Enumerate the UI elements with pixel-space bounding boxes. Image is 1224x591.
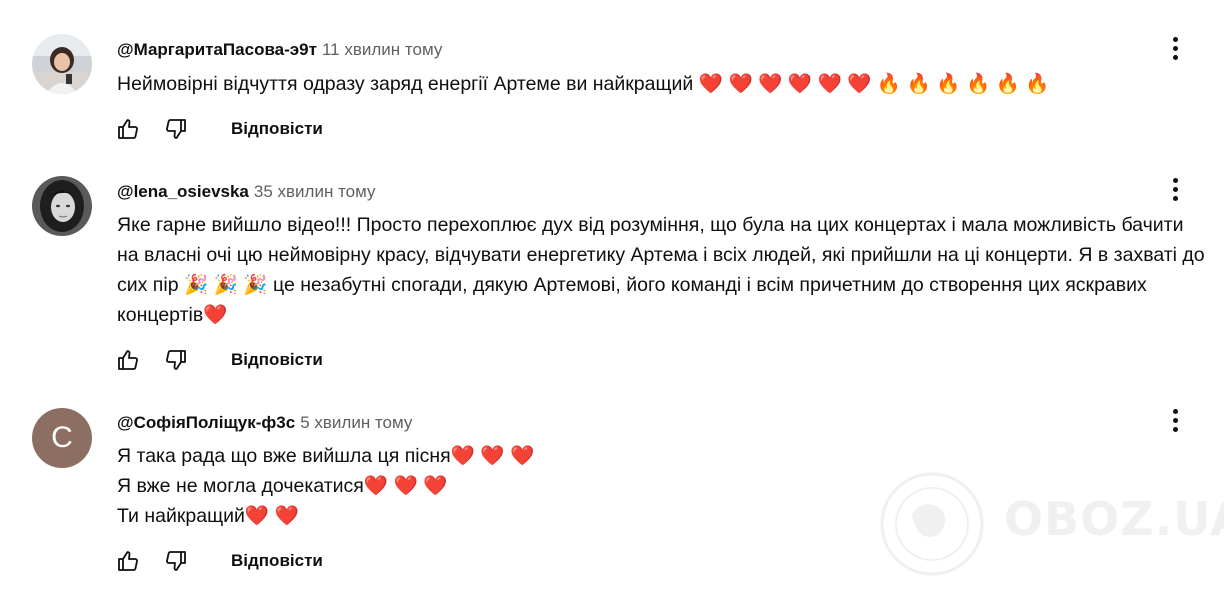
reply-button[interactable]: Відповісти [231,350,323,370]
more-vert-icon [1172,408,1178,414]
watermark: OBOZ.UA [878,470,1224,578]
comment-actions: Відповісти [115,548,323,574]
like-button[interactable] [115,548,141,574]
reply-button[interactable]: Відповісти [231,551,323,571]
more-vert-icon-dot [1172,195,1178,201]
more-options-button[interactable] [1163,174,1187,204]
avatar-letter: С [51,421,73,454]
reply-button[interactable]: Відповісти [231,119,323,139]
comment-line: Я така рада що вже вийшла ця пісня❤️ ❤️ … [117,445,535,467]
comment-author[interactable]: @СофіяПоліщук-ф3с [117,413,295,432]
thumbs-down-icon [166,119,186,139]
more-vert-icon-dot [1172,186,1178,192]
comment-timestamp[interactable]: 5 хвилин тому [300,413,412,432]
thumbs-up-icon [118,119,138,139]
dislike-button[interactable] [163,347,189,373]
more-vert-icon [1172,36,1178,42]
comment-author[interactable]: @lena_osievska [117,182,249,201]
more-vert-icon [1172,177,1178,183]
globe-logo-icon [880,472,984,576]
comment-text: Яке гарне вийшло відео!!! Просто перехоп… [117,210,1207,330]
comment-text: Неймовірні відчуття одразу заряд енергії… [117,69,1207,99]
comment-timestamp[interactable]: 11 хвилин тому [322,40,442,59]
dislike-button[interactable] [163,548,189,574]
thumbs-down-icon [166,551,186,571]
comment-author[interactable]: @МаргаритаПасова-э9т [117,40,317,59]
avatar[interactable]: С [32,408,92,468]
watermark-text: OBOZ.UA [1004,492,1224,546]
more-vert-icon-dot [1172,417,1178,423]
thumbs-up-icon [118,551,138,571]
avatar[interactable] [32,34,92,94]
more-options-button[interactable] [1163,33,1187,63]
like-button[interactable] [115,116,141,142]
comment-line: Яке гарне вийшло відео!!! Просто перехоп… [117,214,1205,326]
avatar[interactable] [32,176,92,236]
comment-timestamp[interactable]: 35 хвилин тому [254,182,376,201]
comment-actions: Відповісти [115,347,323,373]
comment-actions: Відповісти [115,116,323,142]
more-vert-icon-dot [1172,54,1178,60]
avatar-photo [32,34,92,94]
more-options-button[interactable] [1163,405,1187,435]
avatar-photo [32,176,92,236]
thumbs-down-icon [166,350,186,370]
more-vert-icon-dot [1172,45,1178,51]
thumbs-up-icon [118,350,138,370]
more-vert-icon-dot [1172,426,1178,432]
like-button[interactable] [115,347,141,373]
comment-line: Неймовірні відчуття одразу заряд енергії… [117,73,1050,95]
dislike-button[interactable] [163,116,189,142]
